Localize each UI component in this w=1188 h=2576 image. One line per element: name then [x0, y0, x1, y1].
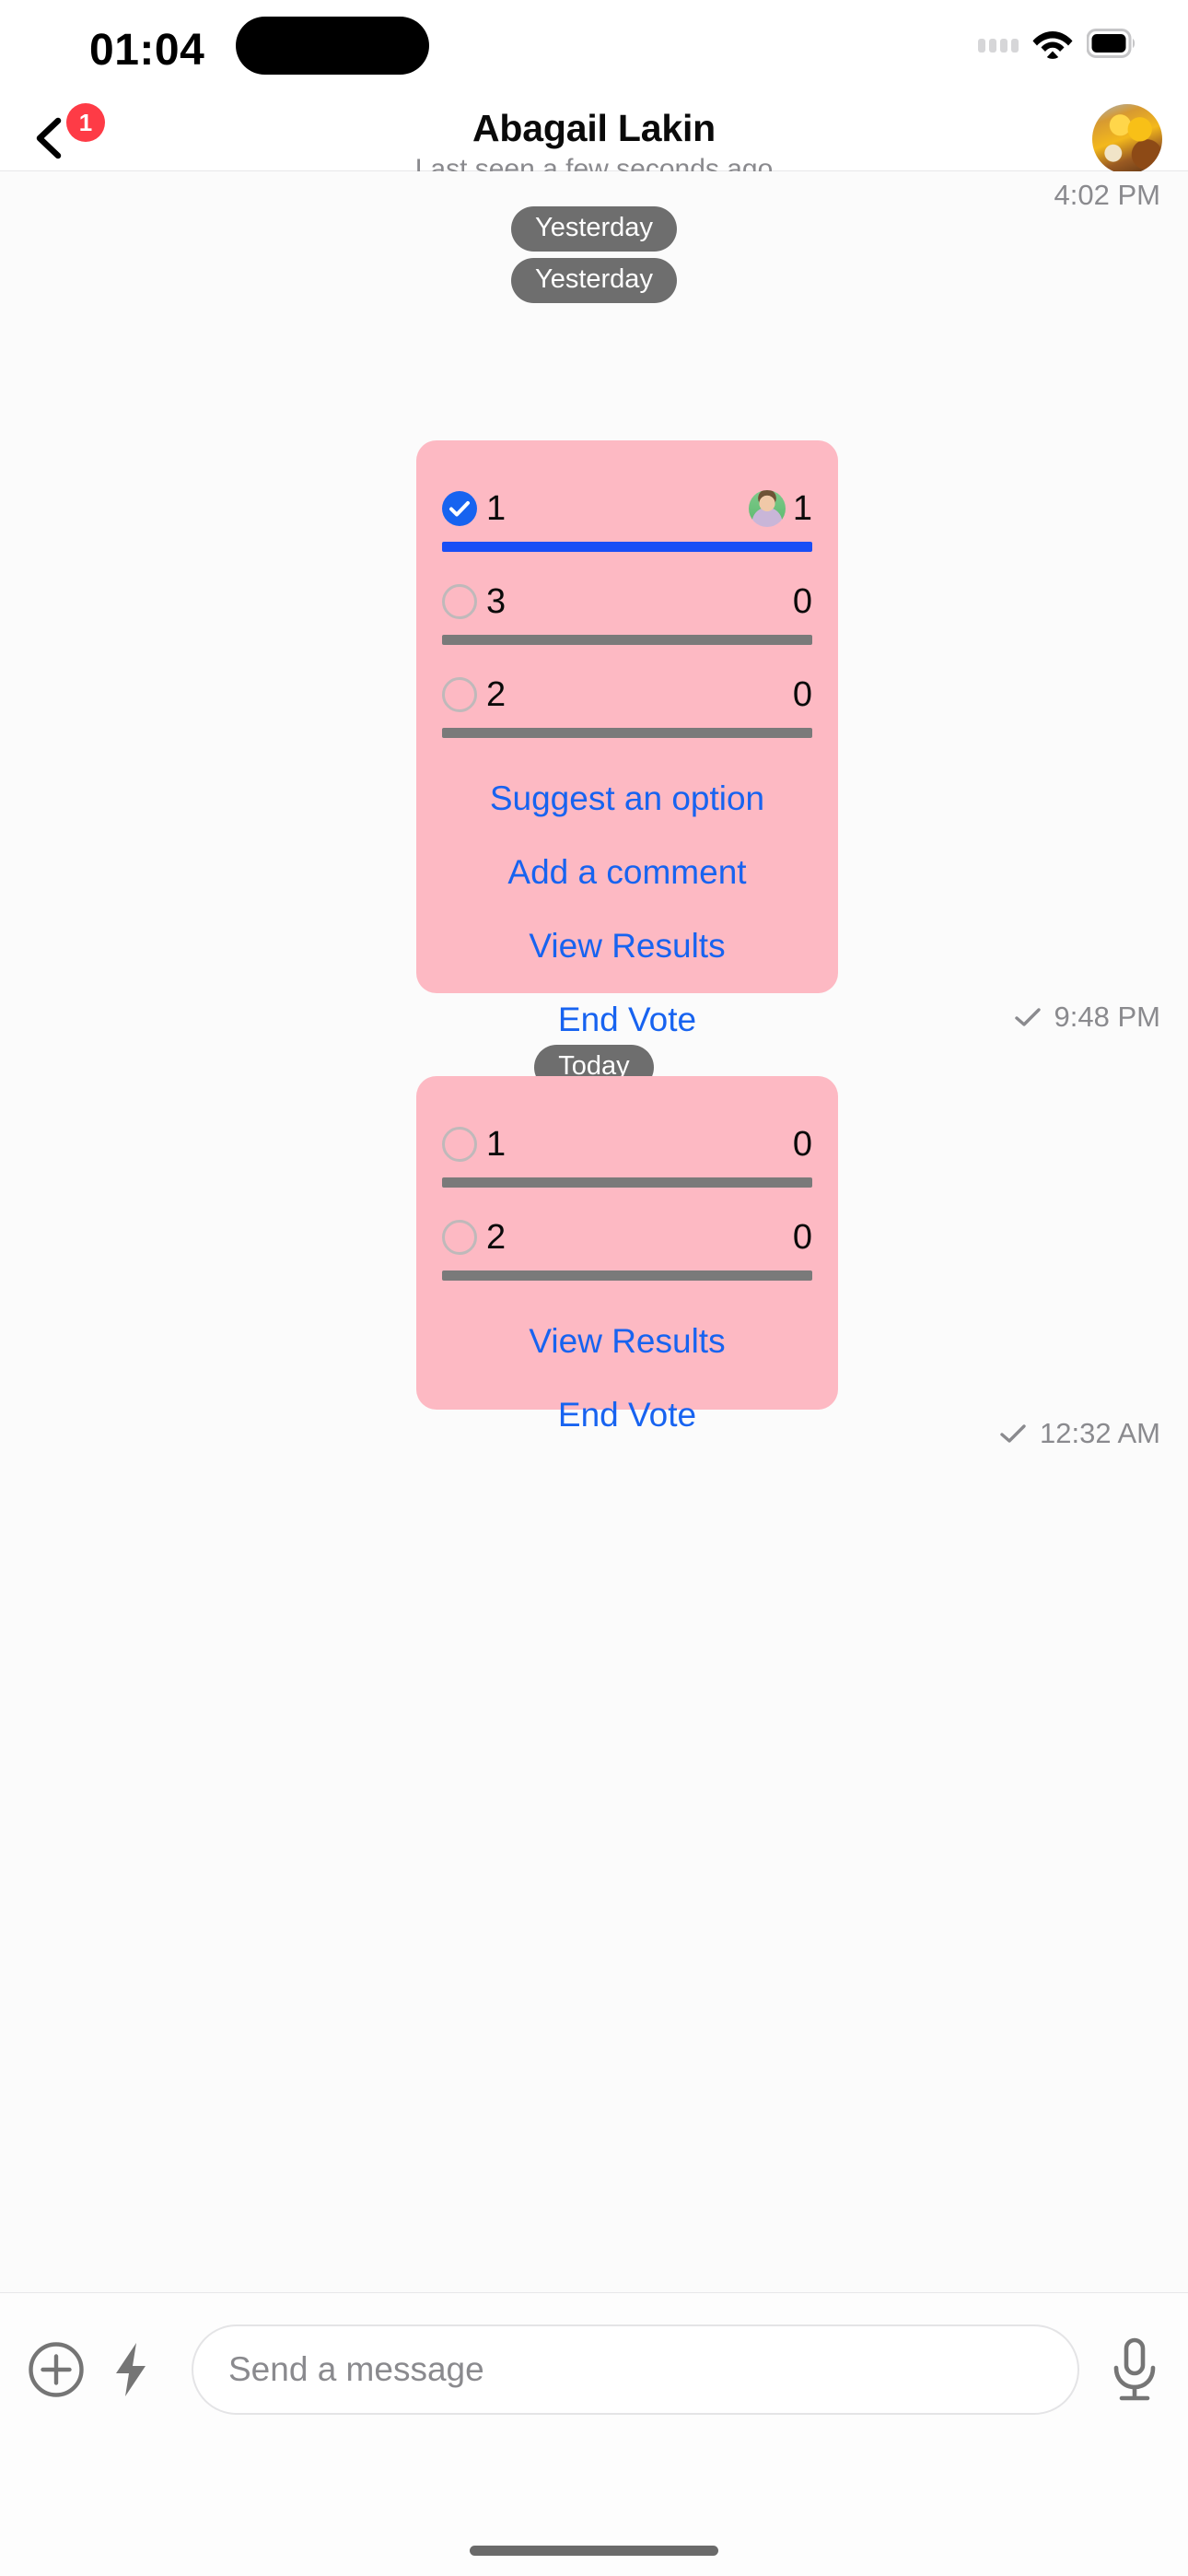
- battery-full-icon: [1086, 29, 1136, 63]
- add-a-comment-button[interactable]: Add a comment: [442, 841, 812, 915]
- poll-option-bar: [442, 728, 812, 738]
- day-separator-pill: Yesterday: [511, 258, 677, 303]
- poll-option[interactable]: 3 0: [442, 581, 812, 645]
- status-bar-indicators: [978, 28, 1136, 64]
- poll-option[interactable]: 2 0: [442, 674, 812, 738]
- message-receipt: 9:48 PM: [1014, 1001, 1160, 1034]
- poll-option-label: 2: [486, 1218, 507, 1257]
- day-separator-group-1: Yesterday Yesterday: [0, 206, 1188, 310]
- conversation-scroll[interactable]: 4:02 PM Yesterday Yesterday 1 1 3 0 2 0 …: [0, 171, 1188, 2292]
- phone-screen: 01:04 1 Abagail Lakin Last seen a few se…: [0, 0, 1188, 2576]
- poll-bubble[interactable]: 1 0 2 0 View Results End Vote: [416, 1076, 838, 1434]
- poll-option-count: 0: [792, 1125, 812, 1164]
- radio-unchecked-icon[interactable]: [442, 1127, 477, 1162]
- status-bar-clock: 01:04: [89, 26, 205, 75]
- radio-checked-icon[interactable]: [442, 491, 477, 526]
- message-input-placeholder: Send a message: [228, 2350, 484, 2388]
- poll-option-count: 0: [792, 1218, 812, 1257]
- radio-unchecked-icon[interactable]: [442, 584, 477, 619]
- peer-name: Abagail Lakin: [472, 107, 716, 149]
- message-composer: Send a message: [0, 2292, 1188, 2576]
- microphone-icon[interactable]: [1109, 2336, 1160, 2403]
- poll-options: 1 1 3 0 2 0: [416, 440, 838, 738]
- suggest-an-option-button[interactable]: Suggest an option: [442, 767, 812, 841]
- poll-action-list: View Results End Vote: [416, 1310, 838, 1458]
- poll-option-label: 3: [486, 582, 507, 621]
- voter-avatar[interactable]: [748, 490, 786, 527]
- poll-option[interactable]: 2 0: [442, 1217, 812, 1281]
- poll-option-count: 1: [792, 489, 812, 528]
- poll-option[interactable]: 1 0: [442, 1124, 812, 1188]
- message-timestamp: 9:48 PM: [1054, 1001, 1160, 1033]
- poll-option-label: 1: [486, 489, 507, 528]
- dynamic-island: [236, 17, 429, 75]
- status-bar: 01:04: [0, 0, 1188, 100]
- chat-header: 1 Abagail Lakin Last seen a few seconds …: [0, 100, 1188, 184]
- poll-option-bar: [442, 1177, 812, 1188]
- poll-option-label: 2: [486, 675, 507, 714]
- view-results-button[interactable]: View Results: [442, 915, 812, 989]
- poll-options: 1 0 2 0: [416, 1076, 838, 1281]
- poll-option-bar: [442, 1270, 812, 1281]
- poll-option-label: 1: [486, 1125, 507, 1164]
- single-check-icon: [1014, 1008, 1041, 1026]
- radio-unchecked-icon[interactable]: [442, 677, 477, 712]
- poll-option-bar: [442, 542, 812, 552]
- end-vote-button[interactable]: End Vote: [442, 1384, 812, 1458]
- view-results-button[interactable]: View Results: [442, 1310, 812, 1384]
- radio-unchecked-icon[interactable]: [442, 1220, 477, 1255]
- single-check-icon: [1000, 1424, 1026, 1443]
- cellular-dots-icon: [978, 39, 1019, 53]
- message-timestamp: 12:32 AM: [1040, 1417, 1160, 1449]
- poll-option-count: 0: [792, 582, 812, 621]
- poll-bubble[interactable]: 1 1 3 0 2 0 Suggest an option Add a comm…: [416, 440, 838, 1038]
- poll-option[interactable]: 1 1: [442, 488, 812, 552]
- composer-row: Send a message: [0, 2310, 1188, 2430]
- poll-option-bar: [442, 635, 812, 645]
- plus-circle-icon[interactable]: [28, 2341, 85, 2398]
- wifi-icon: [1031, 28, 1074, 64]
- message-receipt: 12:32 AM: [999, 1417, 1160, 1450]
- poll-option-count: 0: [792, 675, 812, 714]
- poll-action-list: Suggest an option Add a comment View Res…: [416, 767, 838, 1062]
- day-separator-pill: Yesterday: [511, 206, 677, 252]
- home-indicator: [470, 2546, 718, 2556]
- lightning-bolt-icon[interactable]: [105, 2341, 157, 2398]
- peer-avatar[interactable]: [1092, 104, 1162, 174]
- message-input[interactable]: Send a message: [192, 2324, 1079, 2415]
